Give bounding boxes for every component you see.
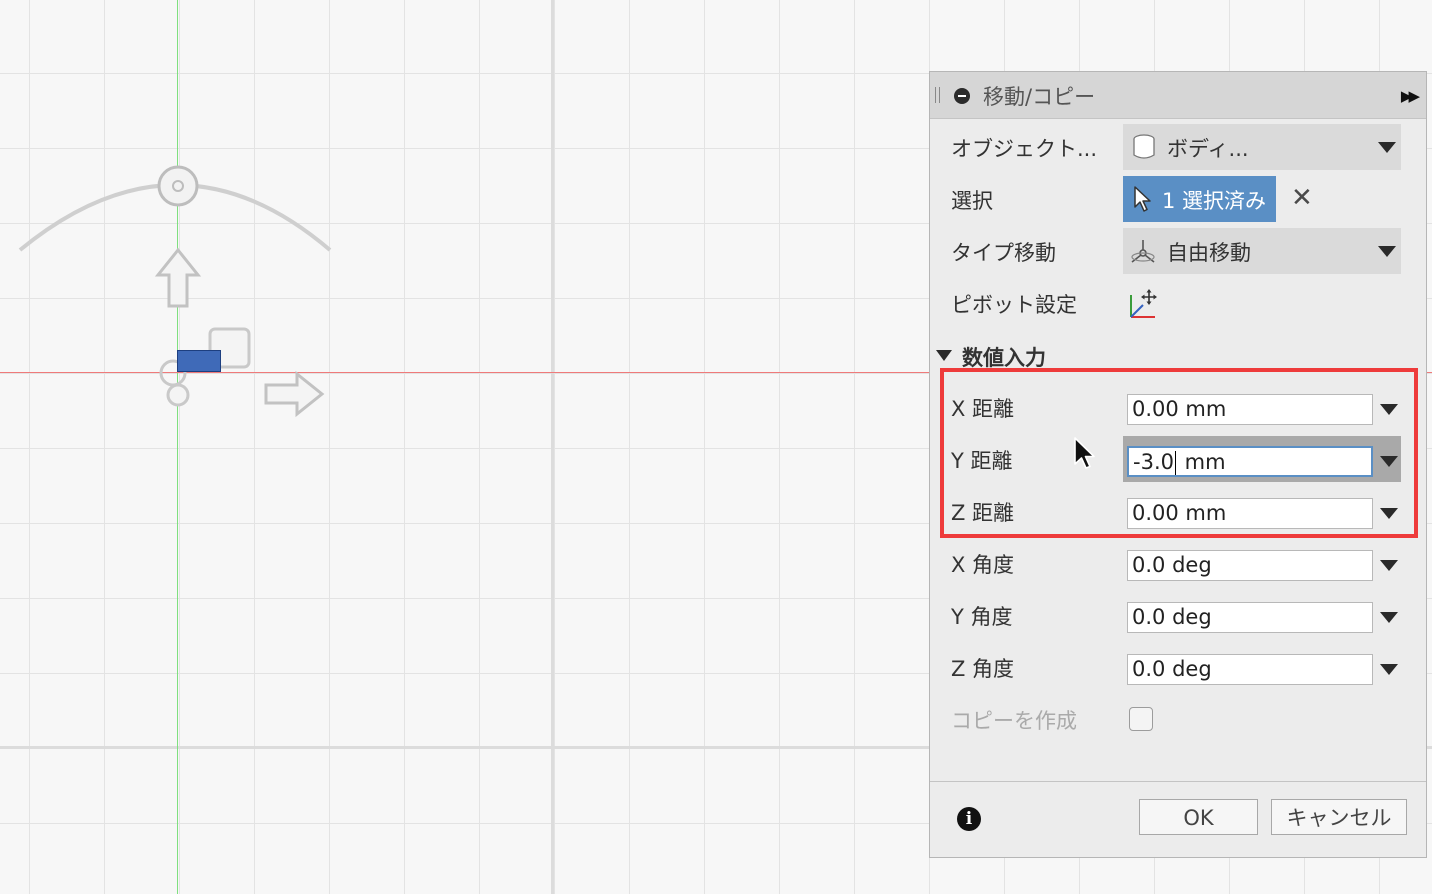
rotate-handle[interactable] <box>166 383 190 407</box>
move-x-arrow[interactable] <box>264 370 325 418</box>
drag-grip-icon[interactable] <box>935 87 940 103</box>
highlight-box <box>940 368 1418 538</box>
selection-row: 選択 1 選択済み ✕ <box>930 176 1426 222</box>
move-type-label: タイプ移動 <box>951 241 1056 265</box>
y-axis-line <box>177 0 178 894</box>
chevron-down-icon[interactable] <box>1380 664 1398 675</box>
ok-button[interactable]: OK <box>1139 799 1258 835</box>
selection-label: 選択 <box>951 189 993 213</box>
object-dropdown[interactable]: ボディ... <box>1123 124 1401 170</box>
cancel-button[interactable]: キャンセル <box>1271 799 1407 835</box>
y-angle-row: Y 角度 0.0 deg <box>930 592 1426 638</box>
chevron-down-icon[interactable] <box>1378 246 1396 257</box>
mouse-cursor-icon <box>1074 437 1095 469</box>
pivot-label: ピボット設定 <box>951 293 1077 317</box>
object-value: ボディ... <box>1167 137 1249 161</box>
chevron-down-icon[interactable] <box>1380 612 1398 623</box>
move-copy-dialog: 移動/コピー ▶▶ オブジェクト... ボディ... 選択 1 選択済み ✕ タ… <box>929 71 1427 858</box>
y-angle-label: Y 角度 <box>951 605 1013 629</box>
x-angle-row: X 角度 0.0 deg <box>930 540 1426 586</box>
selected-body[interactable] <box>177 350 221 372</box>
expand-icon[interactable]: ▶▶ <box>1401 87 1420 105</box>
free-move-icon <box>1131 240 1155 263</box>
object-label: オブジェクト... <box>951 137 1098 161</box>
x-angle-label: X 角度 <box>951 553 1015 577</box>
object-row: オブジェクト... ボディ... <box>930 124 1426 170</box>
move-type-dropdown[interactable]: 自由移動 <box>1123 228 1401 274</box>
move-gizmo[interactable] <box>0 150 340 430</box>
z-angle-input[interactable]: 0.0 deg <box>1127 654 1373 685</box>
chevron-down-icon[interactable] <box>936 350 952 361</box>
cursor-select-icon <box>1134 186 1151 212</box>
chevron-down-icon[interactable] <box>1380 560 1398 571</box>
create-copy-label: コピーを作成 <box>951 709 1077 733</box>
selection-count: 1 選択済み <box>1162 189 1267 213</box>
dialog-title-bar[interactable]: 移動/コピー ▶▶ <box>930 72 1426 119</box>
rotate-handle[interactable] <box>157 165 199 207</box>
dialog-title: 移動/コピー <box>983 85 1096 109</box>
x-angle-input[interactable]: 0.0 deg <box>1127 550 1373 581</box>
pivot-icon[interactable] <box>1127 287 1161 321</box>
info-icon[interactable]: i <box>957 807 981 831</box>
move-type-row: タイプ移動 自由移動 <box>930 228 1426 274</box>
selection-button[interactable]: 1 選択済み <box>1123 176 1276 222</box>
create-copy-row: コピーを作成 <box>930 696 1426 742</box>
move-y-arrow[interactable] <box>154 247 202 308</box>
close-icon[interactable]: ✕ <box>1291 183 1313 213</box>
collapse-icon[interactable] <box>954 88 970 104</box>
y-angle-input[interactable]: 0.0 deg <box>1127 602 1373 633</box>
create-copy-checkbox[interactable] <box>1129 707 1153 731</box>
dialog-footer: i OK キャンセル <box>930 781 1426 857</box>
move-type-value: 自由移動 <box>1167 241 1251 265</box>
chevron-down-icon[interactable] <box>1378 142 1396 153</box>
z-angle-label: Z 角度 <box>951 657 1015 681</box>
z-angle-row: Z 角度 0.0 deg <box>930 644 1426 690</box>
body-icon <box>1133 134 1155 159</box>
pivot-row: ピボット設定 <box>930 280 1426 326</box>
grid-major-line <box>551 0 554 894</box>
